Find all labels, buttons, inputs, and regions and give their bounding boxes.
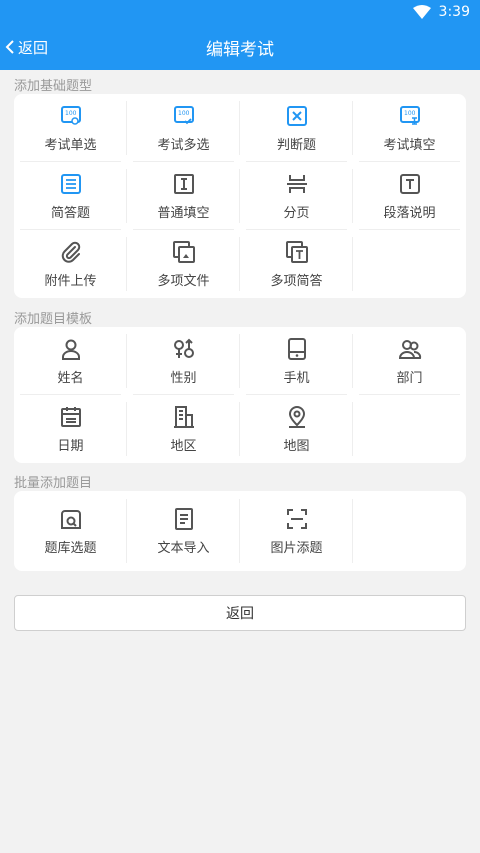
item-label: 性别 <box>170 370 197 386</box>
paragraph-icon <box>398 172 422 196</box>
item-short-answer[interactable]: 简答题 <box>14 162 127 230</box>
text-cursor-icon <box>172 172 196 196</box>
item-exam-fill-blank[interactable]: 100 考试填空 <box>353 94 466 162</box>
item-normal-fill-blank[interactable]: 普通填空 <box>127 162 240 230</box>
item-question-bank[interactable]: 题库选题 <box>14 491 127 571</box>
wifi-icon <box>412 5 431 19</box>
item-label: 考试单选 <box>44 137 97 153</box>
item-exam-multi-choice[interactable]: 100 考试多选 <box>127 94 240 162</box>
exam-multi-choice-icon: 100 <box>172 104 196 128</box>
item-label: 文本导入 <box>157 540 210 556</box>
map-pin-icon <box>285 405 309 429</box>
item-exam-single-choice[interactable]: 100 考试单选 <box>14 94 127 162</box>
page-title: 编辑考试 <box>206 39 274 60</box>
item-name[interactable]: 姓名 <box>14 327 127 395</box>
item-label: 地图 <box>283 438 310 454</box>
item-multi-short-answer[interactable]: 多项简答 <box>240 230 353 298</box>
svg-text:100: 100 <box>65 110 77 117</box>
item-label: 多项文件 <box>157 273 210 289</box>
paperclip-icon <box>59 240 83 264</box>
item-label: 判断题 <box>276 137 316 153</box>
status-time: 3:39 <box>438 4 470 20</box>
exam-single-choice-icon: 100 <box>59 104 83 128</box>
item-text-import[interactable]: 文本导入 <box>127 491 240 571</box>
back-button[interactable]: 返回 <box>4 24 48 70</box>
item-label: 地区 <box>170 438 197 454</box>
multi-text-icon <box>285 240 309 264</box>
svg-text:100: 100 <box>178 110 190 117</box>
chevron-left-icon <box>4 39 18 55</box>
empty-cell <box>353 395 466 463</box>
short-answer-icon <box>59 172 83 196</box>
svg-text:100: 100 <box>404 110 416 117</box>
item-label: 普通填空 <box>157 205 210 221</box>
scan-icon <box>285 507 309 531</box>
group-icon <box>398 337 422 361</box>
basic-types-grid: 100 考试单选 100 考试多选 判断题 100 考试填空 简答题 普通填空 <box>14 94 466 298</box>
item-gender[interactable]: 性别 <box>127 327 240 395</box>
item-label: 多项简答 <box>270 273 323 289</box>
item-image-import[interactable]: 图片添题 <box>240 491 353 571</box>
item-label: 日期 <box>57 438 84 454</box>
page-break-icon <box>285 172 309 196</box>
item-true-false[interactable]: 判断题 <box>240 94 353 162</box>
template-grid: 姓名 性别 手机 部门 日期 地区 地图 <box>14 327 466 463</box>
return-button[interactable]: 返回 <box>14 595 466 631</box>
building-icon <box>172 405 196 429</box>
question-bank-icon <box>59 507 83 531</box>
item-label: 附件上传 <box>44 273 97 289</box>
calendar-icon <box>59 405 83 429</box>
status-bar: 3:39 <box>0 0 480 24</box>
section-label-basic: 添加基础题型 <box>14 79 93 94</box>
phone-icon <box>285 337 309 361</box>
item-label: 图片添题 <box>270 540 323 556</box>
item-department[interactable]: 部门 <box>353 327 466 395</box>
multi-file-icon <box>172 240 196 264</box>
item-label: 段落说明 <box>383 205 436 221</box>
gender-icon <box>172 337 196 361</box>
item-label: 考试填空 <box>383 137 436 153</box>
batch-grid: 题库选题 文本导入 图片添题 <box>14 491 466 571</box>
item-label: 分页 <box>283 205 310 221</box>
true-false-icon <box>285 104 309 128</box>
item-label: 题库选题 <box>44 540 97 556</box>
item-date[interactable]: 日期 <box>14 395 127 463</box>
section-label-batch: 批量添加题目 <box>14 476 93 491</box>
item-page-break[interactable]: 分页 <box>240 162 353 230</box>
item-paragraph-note[interactable]: 段落说明 <box>353 162 466 230</box>
app-bar: 返回 编辑考试 <box>0 24 480 70</box>
exam-fill-blank-icon: 100 <box>398 104 422 128</box>
item-label: 考试多选 <box>157 137 210 153</box>
item-multi-file[interactable]: 多项文件 <box>127 230 240 298</box>
item-region[interactable]: 地区 <box>127 395 240 463</box>
item-label: 手机 <box>283 370 310 386</box>
document-icon <box>172 507 196 531</box>
item-label: 姓名 <box>57 370 84 386</box>
item-label: 简答题 <box>50 205 90 221</box>
item-attachment-upload[interactable]: 附件上传 <box>14 230 127 298</box>
section-label-template: 添加题目模板 <box>14 312 93 327</box>
back-label: 返回 <box>18 38 49 57</box>
item-map[interactable]: 地图 <box>240 395 353 463</box>
empty-cell <box>353 491 466 571</box>
item-label: 部门 <box>396 370 423 386</box>
empty-cell <box>353 230 466 298</box>
person-icon <box>59 337 83 361</box>
item-phone[interactable]: 手机 <box>240 327 353 395</box>
